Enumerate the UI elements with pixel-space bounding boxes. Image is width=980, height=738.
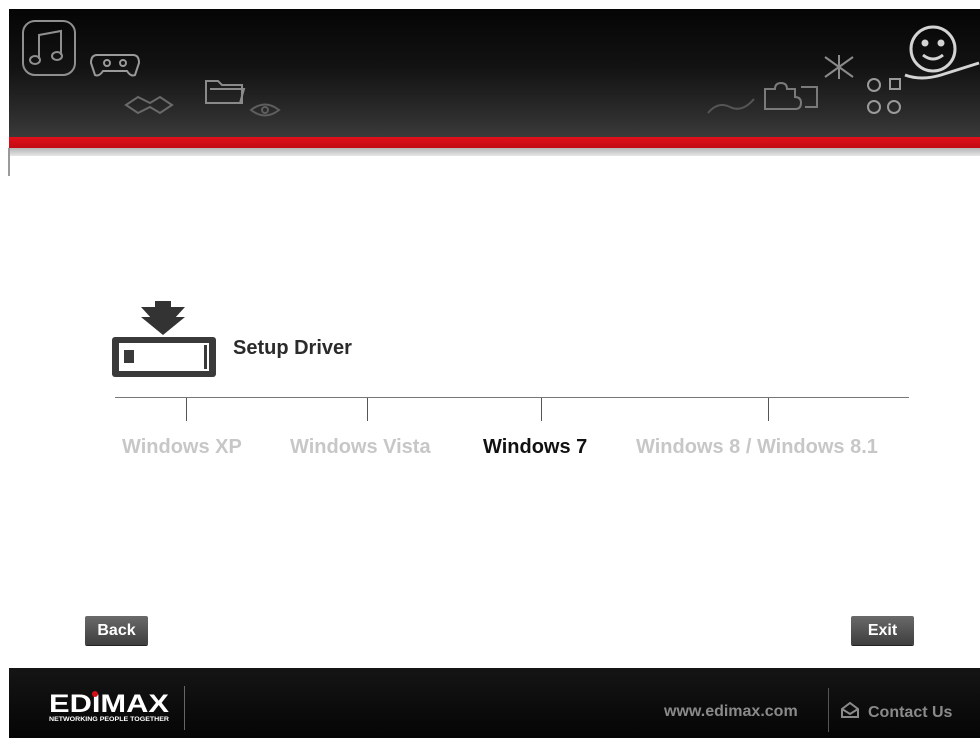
timeline-tick xyxy=(768,398,769,421)
footer-divider xyxy=(184,686,185,730)
back-button[interactable]: Back xyxy=(85,616,148,645)
smiley-hand-icon xyxy=(901,21,980,87)
timeline-tick xyxy=(367,398,368,421)
timeline-line xyxy=(115,397,909,398)
page-title: Setup Driver xyxy=(233,337,352,359)
window-top-edge xyxy=(0,0,980,9)
timeline-tick xyxy=(541,398,542,421)
folder-icon xyxy=(204,75,246,105)
svg-text:NETWORKING PEOPLE TOGETHER: NETWORKING PEOPLE TOGETHER xyxy=(49,717,170,723)
exit-button[interactable]: Exit xyxy=(851,616,914,645)
molecule-icon xyxy=(864,73,906,117)
os-option-windows-vista[interactable]: Windows Vista xyxy=(290,436,431,459)
mail-icon xyxy=(840,701,860,724)
os-option-windows-xp[interactable]: Windows XP xyxy=(122,436,242,459)
timeline-tick xyxy=(186,398,187,421)
footer-divider xyxy=(828,688,829,732)
edimax-logo: EDIMAX NETWORKING PEOPLE TOGETHER xyxy=(47,690,171,728)
os-option-windows-7[interactable]: Windows 7 xyxy=(483,436,587,459)
handshake-icon xyxy=(124,93,174,117)
header-banner xyxy=(9,9,980,137)
contact-us-label: Contact Us xyxy=(868,703,953,721)
svg-text:EDIMAX: EDIMAX xyxy=(49,691,169,718)
network-icon xyxy=(821,53,857,81)
pen-icon xyxy=(706,95,756,117)
contact-us-link[interactable]: Contact Us xyxy=(840,701,952,724)
accent-red-bar xyxy=(9,137,980,148)
website-link[interactable]: www.edimax.com xyxy=(664,703,798,721)
setup-driver-icon xyxy=(108,301,216,379)
window-left-edge xyxy=(8,148,10,176)
eye-icon xyxy=(249,101,281,119)
os-option-windows-8[interactable]: Windows 8 / Windows 8.1 xyxy=(636,436,878,459)
header-shadow xyxy=(9,148,980,156)
gamepad-icon xyxy=(89,49,141,79)
music-note-icon xyxy=(21,19,77,77)
puzzle-icon xyxy=(761,79,819,113)
